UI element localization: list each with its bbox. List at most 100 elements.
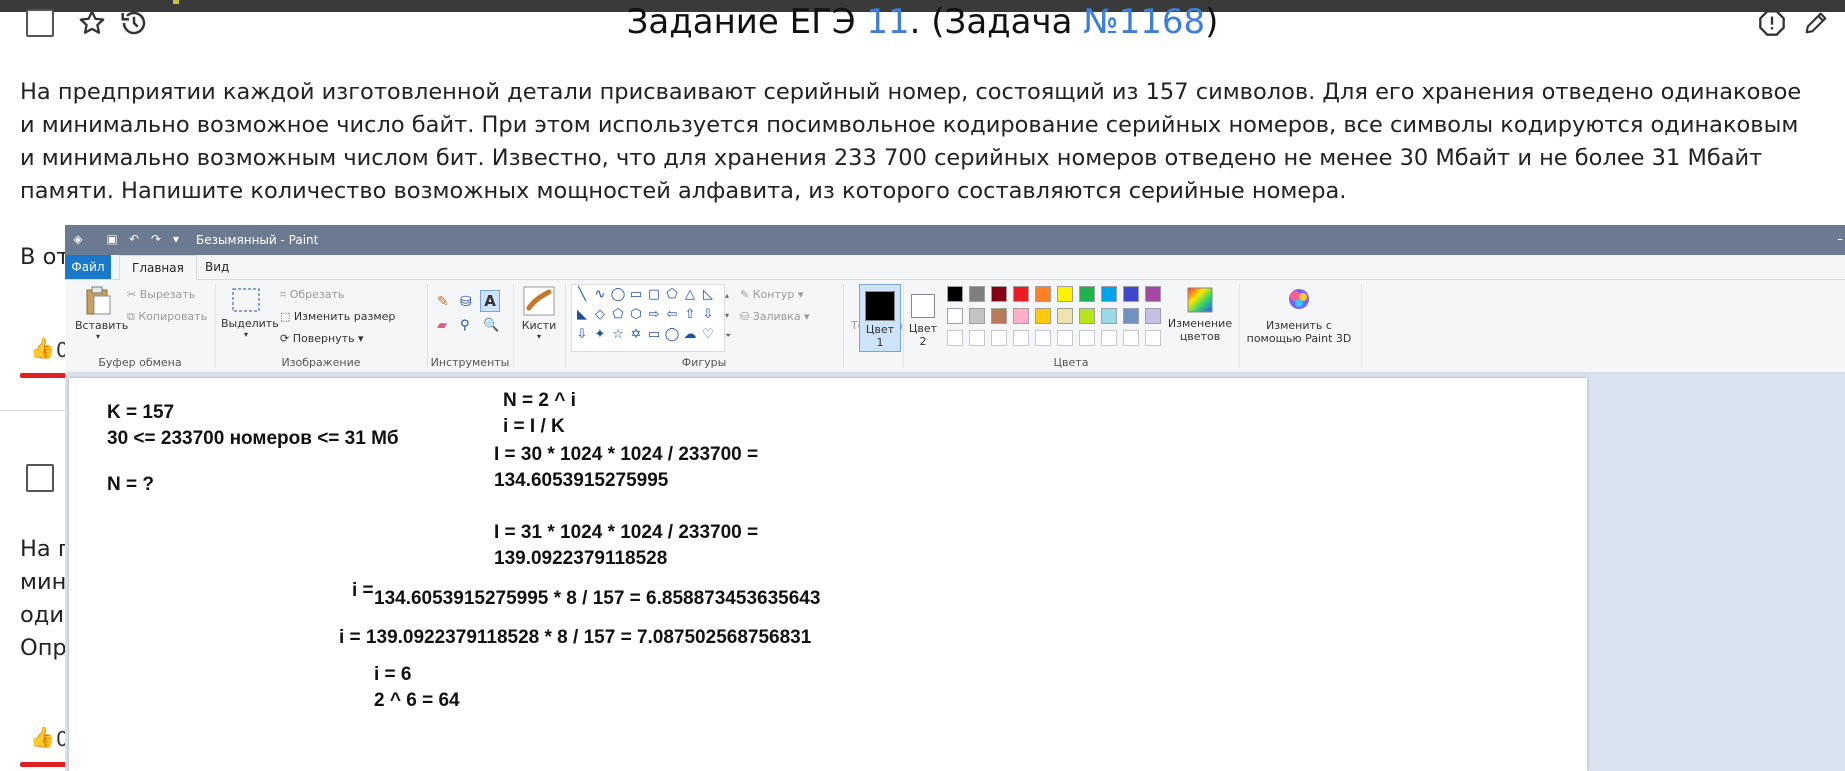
palette-swatch[interactable]	[1035, 330, 1051, 346]
task-checkbox-2[interactable]	[26, 464, 54, 492]
palette-swatch[interactable]	[1123, 286, 1139, 302]
triangle-shape[interactable]: △	[682, 287, 698, 303]
problem-number-link[interactable]: №1168	[1083, 2, 1205, 42]
crop-button[interactable]: ⌗ Обрезать	[280, 288, 344, 302]
palette-swatch[interactable]	[1101, 308, 1117, 324]
left-arrow-shape[interactable]: ⇦	[664, 307, 680, 323]
palette-swatch[interactable]	[1123, 308, 1139, 324]
color-palette[interactable]	[947, 286, 1167, 352]
resize-icon: ⬚	[280, 310, 291, 323]
resize-button[interactable]: ⬚ Изменить размер	[280, 310, 395, 323]
customize-qat-icon[interactable]: ▾	[169, 232, 183, 246]
palette-swatch[interactable]	[947, 308, 963, 324]
edit-pencil-icon[interactable]	[1802, 9, 1830, 41]
palette-swatch[interactable]	[1013, 308, 1029, 324]
palette-swatch[interactable]	[947, 330, 963, 346]
color2-button[interactable]: Цвет 2	[905, 284, 941, 348]
palette-swatch[interactable]	[969, 330, 985, 346]
task-number-link[interactable]: 11	[866, 2, 909, 42]
tab-file[interactable]: Файл	[65, 255, 111, 279]
palette-swatch[interactable]	[1101, 330, 1117, 346]
cut-button[interactable]: ✂ Вырезать	[127, 288, 195, 301]
undo-icon[interactable]: ↶	[127, 232, 141, 246]
palette-swatch[interactable]	[1079, 286, 1095, 302]
heart-shape[interactable]: ♡	[700, 327, 716, 343]
brushes-button[interactable]: Кисти ▾	[521, 286, 557, 341]
magnifier-tool[interactable]: 🔍	[483, 318, 499, 333]
palette-swatch[interactable]	[1057, 286, 1073, 302]
save-icon[interactable]: ▣	[105, 232, 119, 246]
eraser-tool[interactable]: ▰	[437, 318, 447, 333]
rectangle-shape[interactable]: ▭	[628, 287, 644, 303]
redo-icon[interactable]: ↷	[149, 232, 163, 246]
like-button-2[interactable]: 👍	[30, 725, 55, 749]
six-point-star-shape[interactable]: ✡	[628, 327, 644, 343]
like-button[interactable]: 👍	[30, 336, 55, 360]
callout-oval-shape[interactable]: ◯	[664, 327, 680, 343]
report-icon[interactable]	[1758, 9, 1786, 41]
palette-swatch[interactable]	[969, 286, 985, 302]
color1-button[interactable]: Цвет 1	[859, 284, 901, 352]
text-tool[interactable]: A	[480, 290, 500, 312]
palette-swatch[interactable]	[991, 286, 1007, 302]
palette-swatch[interactable]	[1057, 308, 1073, 324]
palette-swatch[interactable]	[969, 308, 985, 324]
color1-swatch	[865, 291, 895, 321]
palette-swatch[interactable]	[1057, 330, 1073, 346]
callout-cloud-shape[interactable]: ☁	[682, 327, 698, 343]
paint3d-button[interactable]: Изменить с помощью Paint 3D	[1243, 286, 1355, 345]
down-arrow-shape[interactable]: ⇩	[700, 307, 716, 323]
polygon-shape[interactable]: ⬠	[664, 287, 680, 303]
down-arrow-2-shape[interactable]: ⇩	[574, 327, 590, 343]
oval-shape[interactable]: ◯	[610, 287, 626, 303]
palette-swatch[interactable]	[1013, 330, 1029, 346]
palette-swatch[interactable]	[1035, 308, 1051, 324]
fill-tool[interactable]: ⛁	[460, 294, 472, 310]
palette-swatch[interactable]	[1145, 286, 1161, 302]
pentagon-shape[interactable]: ⬠	[610, 307, 626, 323]
palette-swatch[interactable]	[991, 330, 1007, 346]
paint-window[interactable]: ◈ ▣ ↶ ↷ ▾ Безымянный - Paint – Файл Глав…	[65, 225, 1845, 771]
palette-swatch[interactable]	[947, 286, 963, 302]
fill-button[interactable]: ⛁ Заливка ▾	[740, 310, 810, 323]
line-shape[interactable]: ╲	[574, 287, 590, 303]
four-point-star-shape[interactable]: ✦	[592, 327, 608, 343]
diamond-shape[interactable]: ◇	[592, 307, 608, 323]
copy-button[interactable]: ⧉ Копировать	[127, 310, 207, 324]
palette-swatch[interactable]	[1079, 308, 1095, 324]
palette-swatch[interactable]	[1035, 286, 1051, 302]
outline-button[interactable]: ✎ Контур ▾	[740, 288, 803, 301]
right-triangle-shape[interactable]: ◺	[700, 287, 716, 303]
paint3d-icon	[1289, 289, 1309, 309]
hexagon-shape[interactable]: ⬡	[628, 307, 644, 323]
curve-shape[interactable]: ∿	[592, 287, 608, 303]
paste-button[interactable]: Вставить ▾	[75, 286, 128, 341]
palette-swatch[interactable]	[1101, 286, 1117, 302]
rounded-rect-shape[interactable]: ▢	[646, 287, 662, 303]
edit-colors-button[interactable]: Изменение цветов	[1165, 286, 1235, 343]
clipboard-group-label: Буфер обмена	[98, 356, 182, 369]
drawing-canvas[interactable]: K = 157 30 <= 233700 номеров <= 31 Мб N …	[69, 378, 1587, 771]
select-button[interactable]: Выделить ▾	[221, 286, 279, 339]
minimize-icon[interactable]: –	[1833, 232, 1845, 246]
shapes-gallery[interactable]: ╲ ∿ ◯ ▭ ▢ ⬠ △ ◺ ◣ ◇ ⬠ ⬡ ⇨ ⇦ ⇧ ⇩ ⇩ ✦ ☆ ✡ …	[571, 284, 725, 352]
rotate-button[interactable]: ⟳ Повернуть ▾	[280, 332, 364, 345]
palette-swatch[interactable]	[1079, 330, 1095, 346]
callout-rect-shape[interactable]: ▭	[646, 327, 662, 343]
palette-swatch[interactable]	[1145, 308, 1161, 324]
palette-swatch[interactable]	[1013, 286, 1029, 302]
palette-swatch[interactable]	[1123, 330, 1139, 346]
five-point-star-shape[interactable]: ☆	[610, 327, 626, 343]
shapes-scroll[interactable]: ▴ ▾ ⏷	[725, 286, 731, 346]
palette-swatch[interactable]	[991, 308, 1007, 324]
tab-view[interactable]: Вид	[193, 255, 241, 279]
pencil-tool[interactable]: ✎	[437, 294, 449, 310]
title-prefix: Задание ЕГЭ	[626, 2, 867, 42]
color-picker-tool[interactable]: ⚲	[460, 318, 470, 333]
right-arrow-shape[interactable]: ⇨	[646, 307, 662, 323]
palette-swatch[interactable]	[1145, 330, 1161, 346]
up-arrow-shape[interactable]: ⇧	[682, 307, 698, 323]
tab-home[interactable]: Главная	[119, 255, 197, 281]
paint-titlebar[interactable]: ◈ ▣ ↶ ↷ ▾ Безымянный - Paint –	[65, 225, 1845, 255]
right-triangle-2-shape[interactable]: ◣	[574, 307, 590, 323]
